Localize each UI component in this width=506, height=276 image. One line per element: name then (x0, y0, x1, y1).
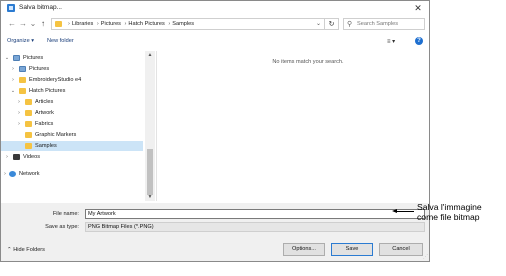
network-icon (9, 171, 16, 177)
callout-text: Salva l'immagine come file bitmap (417, 202, 482, 222)
folder-icon (55, 21, 62, 27)
tree-label: EmbroideryStudio e4 (29, 77, 82, 83)
tree-item-pictures-library[interactable]: ⌄ Pictures (1, 53, 143, 63)
forward-arrow-icon[interactable]: → (18, 18, 28, 29)
tree-label: Samples (35, 143, 57, 149)
tree-item-graphic-markers[interactable]: Graphic Markers (1, 130, 143, 140)
nav-scrollbar[interactable]: ▲ ▼ (145, 51, 155, 201)
tree-item-artwork[interactable]: › Artwork (1, 108, 143, 118)
tree-label: Articles (35, 99, 54, 105)
tree-item-articles[interactable]: › Articles (1, 97, 143, 107)
scroll-thumb[interactable] (147, 149, 153, 195)
breadcrumb: › Libraries › Pictures › Hatch Pictures › Sa… (66, 21, 194, 27)
library-icon (13, 55, 20, 61)
video-icon (13, 154, 20, 160)
file-name-input[interactable]: My Artwork (85, 209, 425, 219)
tree-item-embroiderystudio[interactable]: › EmbroideryStudio e4 (1, 75, 143, 85)
command-toolbar: Organize ▾ New folder ≡ ▾ ? (1, 35, 429, 49)
folder-icon (25, 110, 32, 116)
help-icon[interactable]: ? (415, 37, 423, 45)
folder-icon (25, 99, 32, 105)
breadcrumb-separator: › (168, 21, 171, 27)
tree-label: Pictures (29, 66, 50, 72)
tree-label: Fabrics (35, 121, 54, 127)
view-options-icon[interactable]: ≡ ▾ (387, 38, 395, 45)
breadcrumb-samples[interactable]: Samples (172, 21, 194, 27)
collapse-chevron-icon[interactable]: › (3, 152, 11, 162)
collapse-chevron-icon[interactable]: › (15, 108, 23, 118)
expand-chevron-icon[interactable]: ⌄ (3, 53, 11, 63)
hide-folders-button[interactable]: ⌃ Hide Folders (7, 247, 45, 253)
tree-label: Hatch Pictures (29, 88, 66, 94)
resize-grip-icon[interactable]: ⋰ (423, 254, 428, 260)
file-list-pane[interactable]: No items match your search. (158, 51, 429, 201)
navigation-pane: ⌄ Pictures › Pictures › EmbroideryStudio… (1, 51, 157, 201)
back-arrow-icon[interactable]: ← (7, 18, 17, 29)
folder-icon (19, 77, 26, 83)
tree-item-videos[interactable]: › Videos (1, 152, 143, 162)
tree-item-samples[interactable]: Samples (1, 141, 143, 151)
scroll-down-icon[interactable]: ▼ (145, 193, 155, 201)
breadcrumb-separator: › (68, 21, 70, 27)
callout-line (396, 211, 414, 212)
chevron-down-icon[interactable]: ⌄ (28, 18, 38, 29)
breadcrumb-separator: › (124, 21, 127, 27)
breadcrumb-pictures[interactable]: Pictures (101, 21, 121, 27)
save-type-label: Save as type: (45, 224, 79, 230)
search-icon: ⚲ (347, 21, 353, 28)
tree-label: Graphic Markers (35, 132, 77, 138)
collapse-chevron-icon[interactable]: › (9, 75, 17, 85)
breadcrumb-hatch-pictures[interactable]: Hatch Pictures (128, 21, 164, 27)
cancel-button[interactable]: Cancel (379, 243, 423, 256)
tree-item-network[interactable]: › Network (1, 169, 143, 179)
breadcrumb-separator: › (96, 21, 99, 27)
title-bar: Salva bitmap... ✕ (1, 1, 429, 15)
new-folder-button[interactable]: New folder (47, 38, 74, 44)
window-title: Salva bitmap... (19, 4, 62, 11)
close-button[interactable]: ✕ (411, 2, 425, 14)
address-dropdown-icon[interactable]: ⌄ (316, 20, 321, 27)
folder-icon (25, 143, 32, 149)
folder-icon (19, 88, 26, 94)
save-bitmap-dialog: Salva bitmap... ✕ ← → ⌄ ↑ › Libraries › Pi… (0, 0, 430, 262)
tree-item-pictures[interactable]: › Pictures (1, 64, 143, 74)
file-name-label: File name: (52, 211, 79, 217)
save-type-select[interactable]: PNG Bitmap Files (*.PNG) (85, 222, 425, 232)
library-icon (19, 66, 26, 72)
empty-message: No items match your search. (272, 59, 344, 65)
app-icon (7, 4, 15, 12)
tree-label: Pictures (23, 55, 44, 61)
collapse-chevron-icon[interactable]: › (15, 119, 23, 129)
search-input[interactable]: ⚲ Search Samples (343, 18, 425, 30)
hide-folders-label: Hide Folders (13, 247, 45, 253)
breadcrumb-libraries[interactable]: Libraries (72, 21, 93, 27)
tree-item-fabrics[interactable]: › Fabrics (1, 119, 143, 129)
options-button[interactable]: Options... (283, 243, 325, 256)
address-bar[interactable]: › Libraries › Pictures › Hatch Pictures › Sa… (51, 18, 325, 30)
folder-icon (25, 121, 32, 127)
tree-label: Videos (23, 154, 41, 160)
collapse-chevron-icon[interactable]: › (15, 97, 23, 107)
expand-chevron-icon[interactable]: ⌄ (9, 86, 17, 96)
organize-button[interactable]: Organize ▾ (7, 38, 34, 44)
collapse-chevron-icon[interactable]: › (9, 64, 17, 74)
up-arrow-icon[interactable]: ↑ (38, 18, 48, 29)
save-button[interactable]: Save (331, 243, 373, 256)
refresh-icon[interactable]: ↻ (325, 18, 339, 30)
navigation-bar: ← → ⌄ ↑ › Libraries › Pictures › Hatch Pict… (1, 15, 429, 33)
folder-icon (25, 132, 32, 138)
tree-label: Network (19, 171, 40, 177)
scroll-up-icon[interactable]: ▲ (145, 51, 155, 59)
collapse-chevron-icon[interactable]: › (1, 169, 9, 179)
tree-item-hatch-pictures[interactable]: ⌄ Hatch Pictures (1, 86, 143, 96)
save-options-area: File name: My Artwork Save as type: PNG … (1, 203, 429, 261)
tree-label: Artwork (35, 110, 54, 116)
search-placeholder: Search Samples (357, 21, 399, 27)
